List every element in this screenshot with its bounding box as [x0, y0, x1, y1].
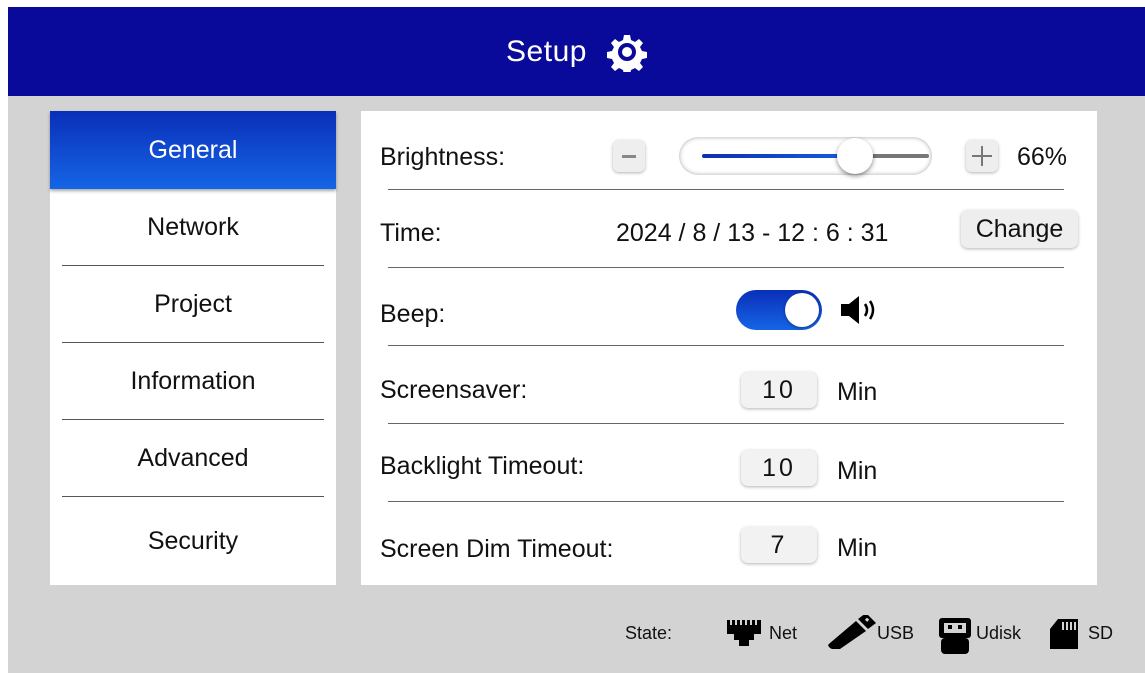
backlight-timeout-row: Backlight Timeout: 10 Min: [361, 424, 1097, 501]
udisk-icon: [939, 618, 971, 654]
screensaver-label: Screensaver:: [380, 376, 528, 404]
status-bar: State: Net USB Udisk SD: [8, 607, 1145, 657]
sidebar-item-information[interactable]: Information: [50, 343, 336, 420]
general-settings-panel: Brightness: 66% Time: 2024 / 8 / 13 - 12…: [361, 111, 1097, 585]
status-udisk-label: Udisk: [976, 623, 1022, 643]
time-label: Time:: [380, 219, 442, 247]
backlight-timeout-unit: Min: [837, 457, 878, 485]
screensaver-input[interactable]: 10: [741, 372, 817, 408]
sidebar-item-label: Network: [147, 213, 239, 241]
plus-icon: [972, 146, 992, 166]
sidebar: General Network Project Information Adva…: [50, 111, 336, 585]
screensaver-row: Screensaver: 10 Min: [361, 346, 1097, 423]
sidebar-item-network[interactable]: Network: [50, 189, 336, 266]
brightness-slider-fill: [702, 154, 855, 158]
sidebar-item-label: General: [148, 135, 238, 164]
sidebar-item-label: Security: [147, 526, 239, 555]
screensaver-unit: Min: [837, 378, 878, 406]
page-title: Setup: [506, 34, 587, 68]
brightness-value: 66%: [1017, 143, 1068, 171]
sidebar-item-advanced[interactable]: Advanced: [50, 420, 336, 497]
sidebar-item-general[interactable]: General: [50, 111, 336, 189]
sidebar-item-project[interactable]: Project: [50, 266, 336, 343]
screen-dim-timeout-unit: Min: [837, 534, 878, 562]
screen-dim-timeout-row: Screen Dim Timeout: 7 Min: [361, 502, 1097, 585]
status-usb-label: USB: [877, 623, 915, 643]
minus-icon: [622, 155, 636, 158]
screen-dim-timeout-input[interactable]: 7: [741, 527, 817, 563]
header-bar: Setup: [8, 7, 1145, 96]
brightness-decrease-button[interactable]: [613, 140, 645, 172]
speaker-icon: [841, 296, 875, 324]
beep-toggle[interactable]: [736, 290, 822, 330]
brightness-label: Brightness:: [380, 143, 506, 171]
ethernet-icon: [727, 620, 761, 646]
screen-dim-timeout-label: Screen Dim Timeout:: [380, 535, 614, 563]
time-value: 2024 / 8 / 13 - 12 : 6 : 31: [616, 219, 889, 247]
beep-label: Beep:: [380, 300, 446, 328]
change-time-button[interactable]: Change: [961, 210, 1078, 248]
beep-row: Beep:: [361, 268, 1097, 345]
backlight-timeout-input[interactable]: 10: [741, 450, 817, 486]
backlight-timeout-label: Backlight Timeout:: [380, 452, 585, 480]
setup-window: Setup General Network Project Informatio…: [8, 7, 1145, 673]
toggle-knob: [785, 293, 819, 327]
brightness-row: Brightness: 66%: [361, 111, 1097, 189]
brightness-increase-button[interactable]: [966, 140, 998, 172]
sidebar-item-label: Advanced: [137, 444, 249, 472]
sidebar-item-label: Information: [130, 367, 256, 395]
brightness-slider-handle[interactable]: [836, 138, 873, 174]
status-sd-label: SD: [1088, 623, 1114, 643]
usb-stick-icon: [828, 615, 876, 649]
status-net-label: Net: [769, 623, 798, 643]
gear-icon: [606, 34, 647, 72]
status-label: State:: [625, 623, 673, 643]
sidebar-item-security[interactable]: Security: [50, 497, 336, 585]
sd-card-icon: [1050, 619, 1078, 649]
sidebar-item-label: Project: [154, 290, 232, 318]
